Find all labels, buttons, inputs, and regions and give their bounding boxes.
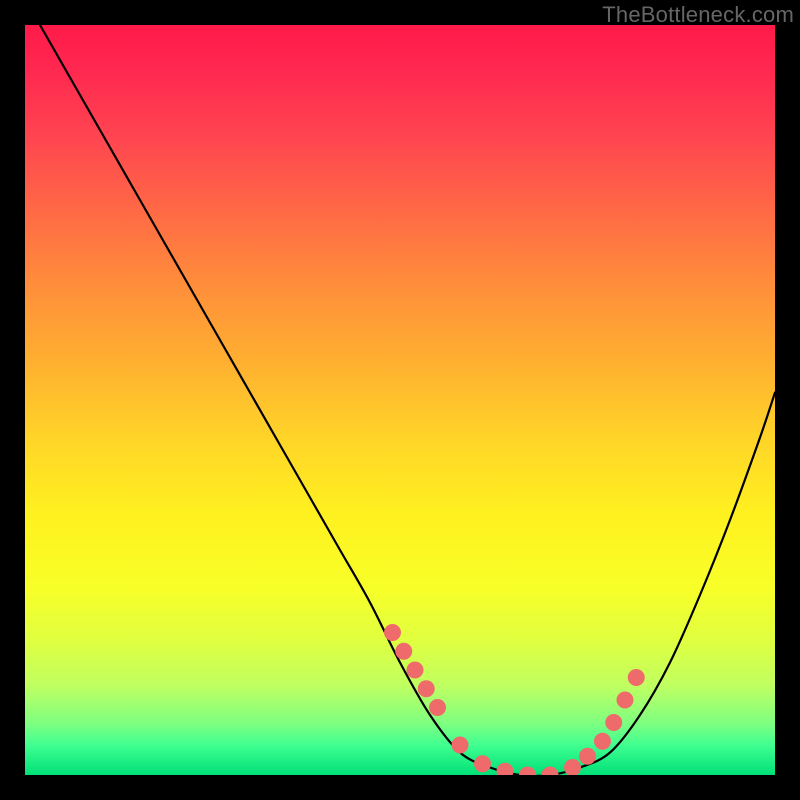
highlight-dot bbox=[605, 714, 622, 731]
plot-area bbox=[25, 25, 775, 775]
highlight-dot bbox=[407, 662, 424, 679]
highlight-dot bbox=[542, 767, 559, 776]
curve-svg bbox=[25, 25, 775, 775]
highlight-dots bbox=[384, 624, 645, 775]
bottleneck-curve bbox=[40, 25, 775, 775]
highlight-dot bbox=[617, 692, 634, 709]
highlight-dot bbox=[594, 733, 611, 750]
highlight-dot bbox=[418, 680, 435, 697]
highlight-dot bbox=[564, 759, 581, 775]
highlight-dot bbox=[452, 737, 469, 754]
highlight-dot bbox=[579, 748, 596, 765]
highlight-dot bbox=[384, 624, 401, 641]
highlight-dot bbox=[628, 669, 645, 686]
highlight-dot bbox=[519, 767, 536, 776]
highlight-dot bbox=[395, 643, 412, 660]
highlight-dot bbox=[474, 755, 491, 772]
highlight-dot bbox=[497, 763, 514, 775]
chart-container: TheBottleneck.com bbox=[0, 0, 800, 800]
highlight-dot bbox=[429, 699, 446, 716]
